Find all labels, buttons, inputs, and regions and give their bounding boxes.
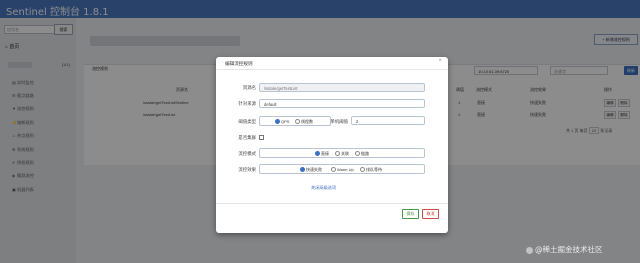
strategy-option-chain[interactable]: 链路 — [355, 151, 369, 157]
radio-selected-icon — [275, 119, 280, 125]
radio-label: 直接 — [321, 151, 329, 156]
juejin-logo-icon — [526, 246, 533, 254]
resource-label: 资源名 — [242, 85, 256, 90]
count-label: 单机阈值 — [330, 119, 348, 124]
radio-label: 链路 — [361, 151, 369, 156]
radio-selected-icon — [315, 151, 320, 157]
strategy-label: 流控模式 — [238, 151, 256, 156]
divider — [216, 69, 448, 70]
radio-icon — [295, 119, 300, 125]
divider — [216, 203, 448, 204]
radio-label: 排队等待 — [366, 167, 382, 172]
limit-app-input[interactable]: default — [259, 99, 425, 108]
grade-option-qps[interactable]: QPS — [275, 119, 290, 125]
cluster-label: 是否集群 — [238, 135, 256, 140]
strategy-radio-group: 直接 关联 链路 — [259, 148, 425, 158]
watermark-text: @稀土掘金技术社区 — [535, 245, 603, 254]
radio-label: 关联 — [341, 151, 349, 156]
limit-app-label: 针对来源 — [238, 101, 256, 106]
behavior-option-warm-up[interactable]: Warm Up — [331, 167, 354, 173]
save-button[interactable]: 保存 — [402, 209, 419, 219]
resource-field: /sstate/getTestList — [259, 83, 425, 92]
strategy-option-relate[interactable]: 关联 — [335, 151, 349, 157]
advanced-options-link[interactable]: 关闭高级选项 — [311, 185, 336, 191]
radio-icon — [355, 151, 360, 157]
watermark: @稀土掘金技术社区 — [526, 244, 603, 255]
radio-label: Warm Up — [337, 167, 354, 172]
behavior-label: 流控效果 — [238, 167, 256, 172]
cluster-checkbox[interactable] — [259, 135, 264, 140]
grade-label: 阈值类型 — [238, 119, 256, 124]
radio-icon — [360, 167, 365, 173]
close-icon[interactable]: × — [438, 58, 442, 64]
edit-flow-rule-dialog: 编辑流控规则 × 资源名 /sstate/getTestList 针对来源 de… — [216, 57, 448, 233]
radio-icon — [335, 151, 340, 157]
behavior-radio-group: 快速失败 Warm Up 排队等待 — [259, 164, 425, 174]
radio-icon — [331, 167, 336, 173]
radio-label: QPS — [281, 119, 290, 124]
behavior-option-fail-fast[interactable]: 快速失败 — [300, 167, 322, 173]
radio-selected-icon — [300, 167, 305, 173]
strategy-option-direct[interactable]: 直接 — [315, 151, 329, 157]
behavior-option-queue[interactable]: 排队等待 — [360, 167, 382, 173]
cancel-button[interactable]: 取消 — [422, 209, 439, 219]
count-input[interactable]: 2 — [351, 116, 425, 125]
radio-label: 快速失败 — [306, 167, 322, 172]
dialog-title: 编辑流控规则 — [225, 61, 253, 66]
